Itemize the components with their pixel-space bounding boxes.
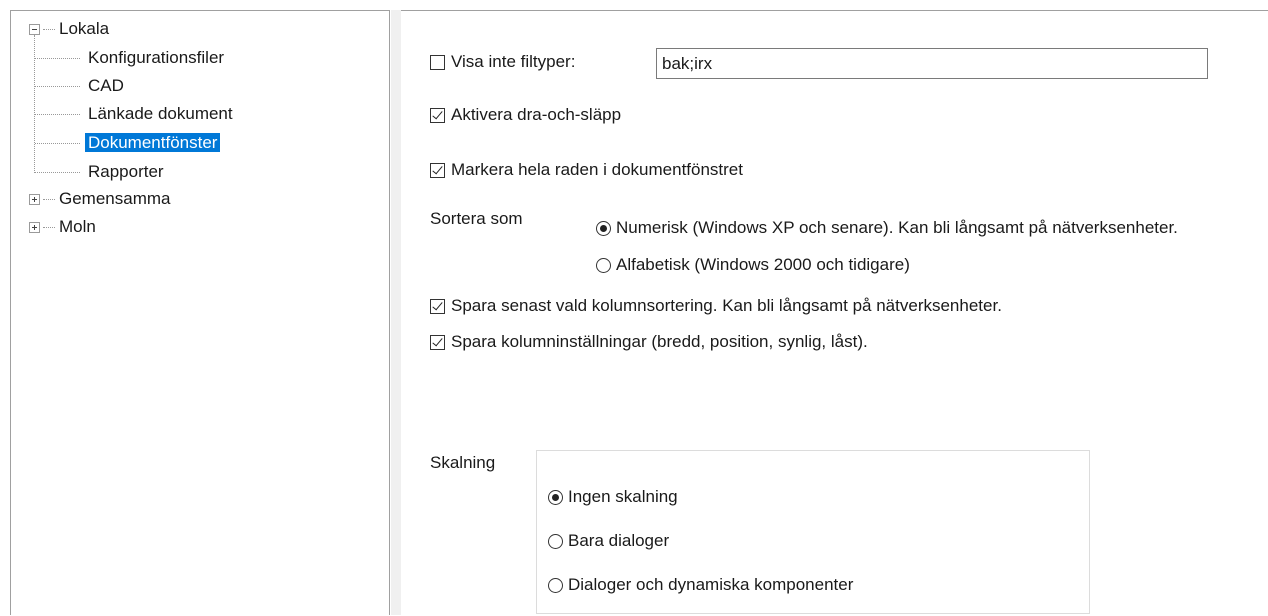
expand-icon[interactable] <box>29 194 40 205</box>
pane-splitter[interactable] <box>391 10 401 615</box>
expand-icon[interactable] <box>29 222 40 233</box>
tree-item-moln[interactable]: Moln <box>59 215 96 239</box>
tree-connector <box>43 199 55 200</box>
checkbox-box[interactable] <box>430 298 445 314</box>
radio-button[interactable] <box>548 533 563 549</box>
save-sort-checkbox[interactable]: Spara senast vald kolumnsortering. Kan b… <box>430 296 1002 316</box>
scaling-none-label: Ingen skalning <box>568 487 678 506</box>
tree-item-label: Moln <box>59 217 96 236</box>
highlight-row-label: Markera hela raden i dokumentfönstret <box>451 160 743 179</box>
tree-connector <box>35 86 80 87</box>
tree-item-label: Dokumentfönster <box>85 133 221 152</box>
tree-item-label: Gemensamma <box>59 189 171 208</box>
scaling-dynamic-label: Dialoger och dynamiska komponenter <box>568 575 854 594</box>
sort-alphabetic-label: Alfabetisk (Windows 2000 och tidigare) <box>616 255 910 274</box>
scaling-label: Skalning <box>430 453 496 472</box>
settings-tree[interactable]: Lokala Konfigurationsfiler CAD Länkade d… <box>10 10 390 615</box>
tree-item-cad[interactable]: CAD <box>88 74 124 98</box>
tree-item-gemensamma[interactable]: Gemensamma <box>59 187 170 211</box>
tree-item-label: Rapporter <box>88 162 164 181</box>
scaling-dialogs-radio[interactable]: Bara dialoger <box>548 531 669 551</box>
radio-button[interactable] <box>548 489 563 505</box>
save-sort-label: Spara senast vald kolumnsortering. Kan b… <box>451 296 1002 315</box>
tree-item-label: Konfigurationsfiler <box>88 48 225 67</box>
sort-numeric-radio[interactable]: Numerisk (Windows XP och senare). Kan bl… <box>596 218 1178 238</box>
drag-drop-checkbox[interactable]: Aktivera dra-och-släpp <box>430 105 621 125</box>
hide-filetypes-checkbox[interactable]: Visa inte filtyper: <box>430 52 575 72</box>
checkbox-box[interactable] <box>430 334 445 350</box>
tree-item-konfigurationsfiler[interactable]: Konfigurationsfiler <box>88 46 224 70</box>
checkbox-box[interactable] <box>430 54 445 70</box>
tree-item-label: Länkade dokument <box>88 104 233 123</box>
tree-item-lokala[interactable]: Lokala <box>59 17 109 41</box>
save-columns-checkbox[interactable]: Spara kolumninställningar (bredd, positi… <box>430 332 868 352</box>
tree-connector <box>35 143 80 144</box>
radio-button[interactable] <box>596 220 611 236</box>
hide-filetypes-input[interactable]: bak;irx <box>656 48 1208 79</box>
highlight-row-checkbox[interactable]: Markera hela raden i dokumentfönstret <box>430 160 743 180</box>
scaling-dynamic-radio[interactable]: Dialoger och dynamiska komponenter <box>548 575 853 595</box>
sort-label: Sortera som <box>430 209 523 228</box>
scaling-none-radio[interactable]: Ingen skalning <box>548 487 678 507</box>
collapse-icon[interactable] <box>29 24 40 35</box>
radio-button[interactable] <box>548 577 563 593</box>
radio-button[interactable] <box>596 257 611 273</box>
save-columns-label: Spara kolumninställningar (bredd, positi… <box>451 332 868 351</box>
tree-connector <box>35 58 80 59</box>
hide-filetypes-label: Visa inte filtyper: <box>451 52 576 71</box>
drag-drop-label: Aktivera dra-och-släpp <box>451 105 622 124</box>
tree-connector <box>34 35 35 173</box>
scaling-dialogs-label: Bara dialoger <box>568 531 670 550</box>
tree-item-dokumentfonster[interactable]: Dokumentfönster <box>85 131 221 155</box>
checkbox-box[interactable] <box>430 107 445 123</box>
checkbox-box[interactable] <box>430 162 445 178</box>
tree-item-lankade-dokument[interactable]: Länkade dokument <box>88 102 233 126</box>
tree-item-label: CAD <box>88 76 124 95</box>
options-panel: Visa inte filtyper: bak;irx Aktivera dra… <box>401 10 1268 616</box>
tree-connector <box>35 114 80 115</box>
tree-item-label: Lokala <box>59 19 110 38</box>
tree-item-rapporter[interactable]: Rapporter <box>88 160 164 184</box>
hide-filetypes-value: bak;irx <box>662 54 713 73</box>
sort-alphabetic-radio[interactable]: Alfabetisk (Windows 2000 och tidigare) <box>596 255 910 275</box>
tree-connector <box>35 172 80 173</box>
tree-connector <box>43 227 55 228</box>
sort-numeric-label: Numerisk (Windows XP och senare). Kan bl… <box>616 218 1178 237</box>
tree-connector <box>43 29 55 30</box>
